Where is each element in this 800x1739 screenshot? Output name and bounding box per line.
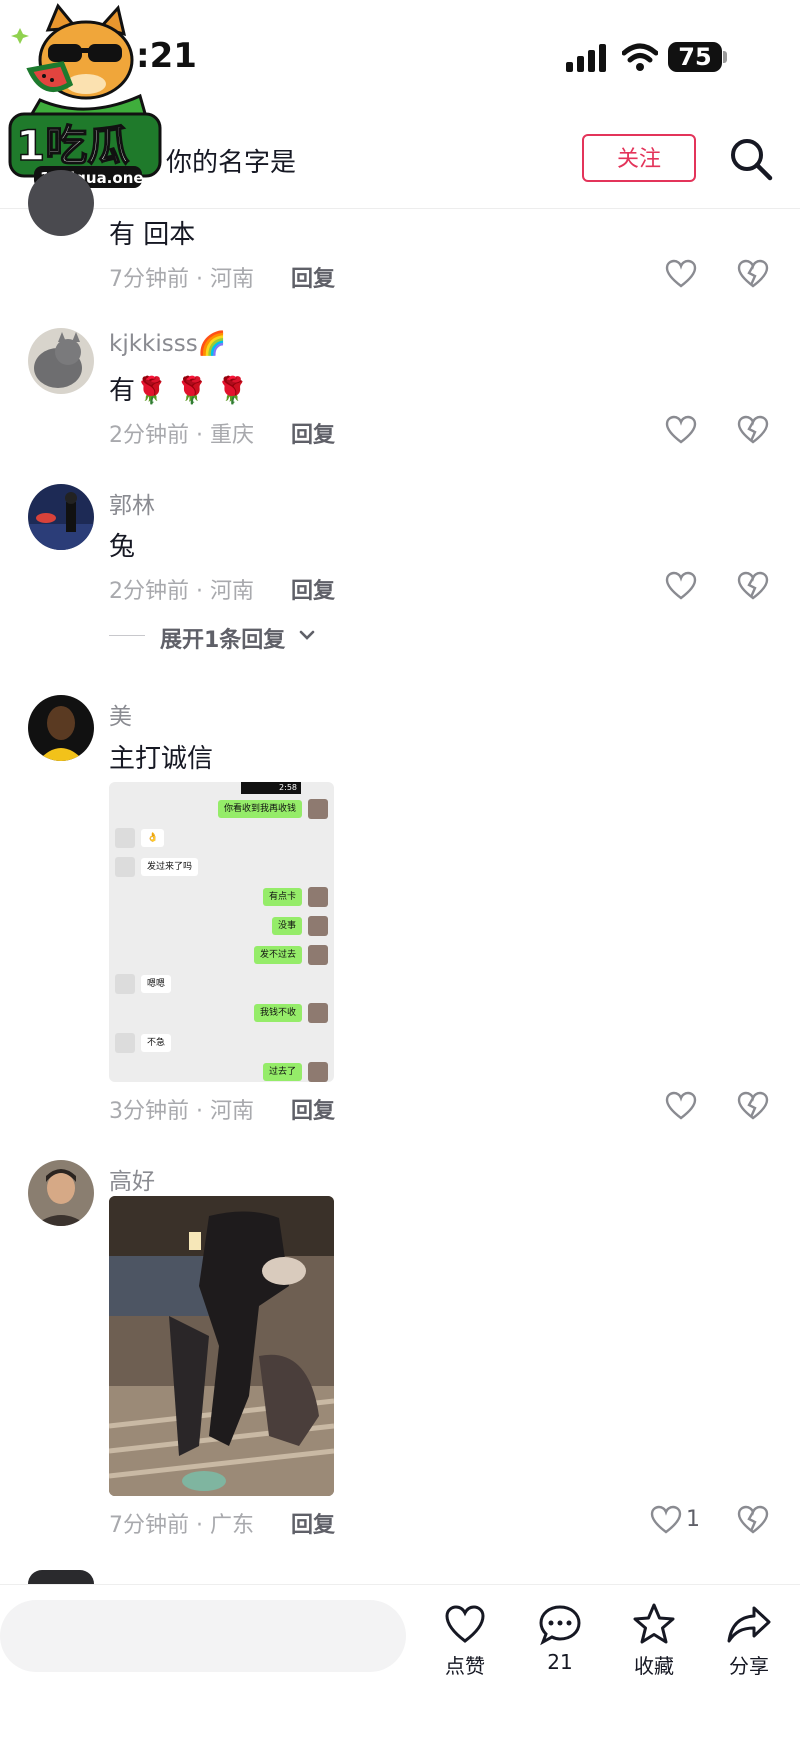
heart-icon[interactable] [665, 259, 697, 289]
comment-meta: 2分钟前 · 河南 [109, 579, 254, 604]
chat-status-time: 2:58 [241, 782, 301, 794]
comment-count[interactable]: 21 [520, 1650, 600, 1674]
favorite-button-label[interactable]: 收藏 [614, 1650, 694, 1679]
like-button-label[interactable]: 点赞 [425, 1650, 505, 1679]
logo-text: 1吃瓜 [16, 121, 129, 170]
wifi-icon [622, 43, 658, 71]
reply-button[interactable]: 回复 [291, 573, 335, 605]
chat-message-row: 👌 [109, 827, 334, 849]
heart-icon[interactable] [665, 1091, 697, 1121]
comment-username[interactable]: kjkkisss🌈 [109, 330, 226, 357]
share-icon[interactable] [726, 1604, 772, 1644]
chat-message-row: 你看收到我再收钱 [109, 798, 334, 820]
comment-meta: 3分钟前 · 河南 [109, 1099, 254, 1124]
dislike-icon[interactable] [737, 415, 769, 445]
chat-avatar [115, 1032, 135, 1053]
comment-input[interactable] [0, 1600, 406, 1672]
comment-username[interactable]: 郭林 [109, 486, 155, 520]
expand-replies-button[interactable]: 展开1条回复 [160, 622, 285, 654]
reply-button[interactable]: 回复 [291, 1507, 335, 1539]
avatar[interactable] [28, 328, 94, 394]
comment-image-chat[interactable]: 2:58 你看收到我再收钱 👌 发过来了吗有点卡没事发不过去嗯嗯我钱不收不急过去了 [109, 782, 334, 1082]
reply-button[interactable]: 回复 [291, 417, 335, 449]
avatar[interactable] [28, 484, 94, 550]
chat-avatar [308, 1003, 328, 1024]
comment-meta: 2分钟前 · 重庆 [109, 423, 254, 448]
chat-avatar [308, 1061, 328, 1082]
comment-text: 主打诚信 [109, 744, 214, 774]
watermark-logo: 1吃瓜 1chigua.one [8, 3, 162, 188]
comment-username[interactable]: 高好 [109, 1162, 155, 1196]
dislike-icon[interactable] [737, 571, 769, 601]
follow-button[interactable]: 关注 [582, 134, 696, 182]
star-icon[interactable] [632, 1602, 676, 1646]
chat-bubble: 不急 [141, 1033, 172, 1052]
chevron-down-icon [299, 630, 315, 640]
chat-message-row: 发过来了吗 [109, 856, 334, 878]
chat-message-row: 嗯嗯 [109, 973, 334, 995]
heart-icon[interactable] [444, 1604, 486, 1644]
chat-avatar [115, 974, 135, 995]
chat-message-row: 发不过去 [109, 944, 334, 966]
comment-text: 有🌹 🌹 🌹 [109, 376, 249, 406]
comment-meta: 7分钟前 · 河南 [109, 267, 254, 292]
heart-icon[interactable] [665, 571, 697, 601]
header-divider [0, 208, 800, 209]
battery-indicator: 75 [668, 42, 722, 72]
dislike-icon[interactable] [737, 1505, 769, 1535]
like-count: 1 [686, 1507, 700, 1532]
chat-message-row: 没事 [109, 915, 334, 937]
comment-image-photo[interactable] [109, 1196, 334, 1496]
cellular-signal-icon [566, 44, 606, 72]
page-title: 你的名字是 [166, 148, 297, 178]
chat-bubble: 嗯嗯 [141, 975, 172, 994]
comment-meta: 7分钟前 · 广东 [109, 1513, 254, 1538]
chat-avatar [115, 828, 135, 849]
expand-divider [109, 635, 145, 636]
reply-button[interactable]: 回复 [291, 1093, 335, 1125]
comment-text: 兔 [109, 532, 136, 562]
chat-message-row: 不急 [109, 1032, 334, 1054]
share-button-label[interactable]: 分享 [709, 1650, 789, 1679]
chat-bubble: 我钱不收 [253, 1004, 302, 1023]
comment-icon[interactable] [538, 1604, 582, 1646]
reply-button[interactable]: 回复 [291, 261, 335, 293]
chat-bubble: 过去了 [262, 1062, 302, 1081]
chat-message-row: 我钱不收 [109, 1002, 334, 1024]
avatar[interactable] [28, 170, 94, 236]
heart-icon[interactable] [650, 1505, 682, 1535]
chat-avatar [308, 799, 328, 819]
comment-username[interactable]: 美 [109, 697, 132, 731]
dislike-icon[interactable] [737, 1091, 769, 1121]
dislike-icon[interactable] [737, 259, 769, 289]
chat-avatar [115, 857, 135, 878]
search-icon[interactable] [728, 136, 774, 182]
avatar[interactable] [28, 1160, 94, 1226]
battery-nub [723, 51, 727, 63]
chat-bubble: 发不过去 [253, 946, 302, 964]
logo-wordmark: 1吃瓜 1chigua.one [8, 112, 162, 188]
chat-avatar [308, 945, 328, 965]
heart-icon[interactable] [665, 415, 697, 445]
chat-bubble: 发过来了吗 [141, 858, 199, 877]
avatar[interactable] [28, 1570, 94, 1584]
comment-text: 有 回本 [109, 220, 196, 250]
chat-message-row: 过去了 [109, 1061, 334, 1082]
chat-avatar [308, 886, 328, 907]
chat-message-row: 有点卡 [109, 886, 334, 908]
chat-bubble: 没事 [271, 916, 302, 935]
fox-mascot-icon [11, 3, 150, 126]
chat-bubble: 有点卡 [262, 887, 302, 906]
avatar[interactable] [28, 695, 94, 761]
chat-avatar [308, 915, 328, 936]
chat-bubble: 你看收到我再收钱 [217, 800, 302, 818]
chat-bubble: 👌 [141, 829, 165, 848]
